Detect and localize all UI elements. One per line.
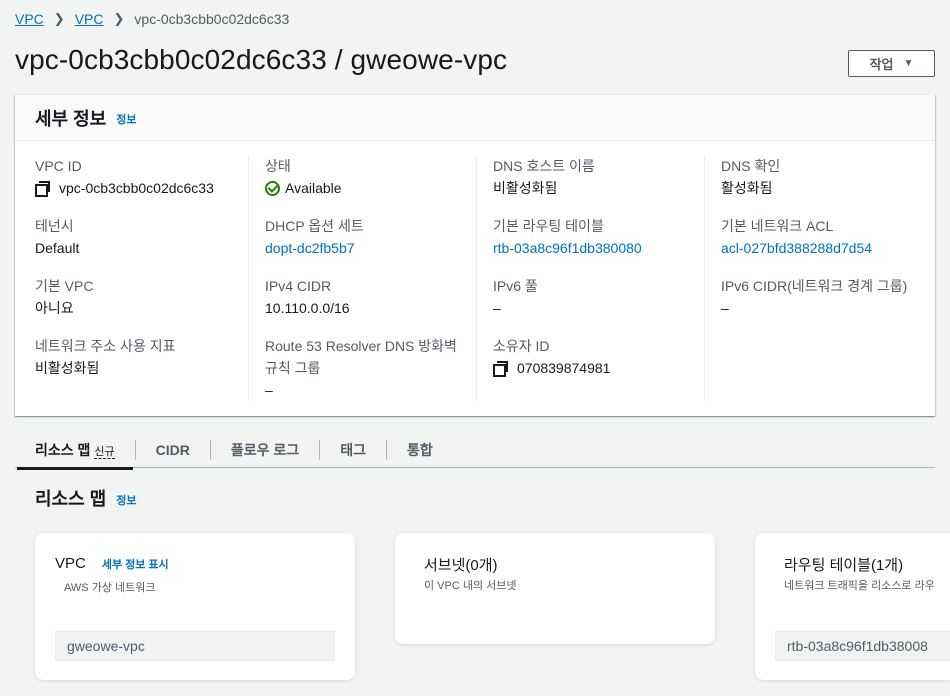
field-label: DNS 호스트 이름 — [493, 158, 595, 174]
field-label: 기본 라우팅 테이블 — [493, 218, 604, 234]
details-columns: VPC ID vpc-0cb3cbb0c02dc6c33 테넌시 Default… — [15, 155, 935, 401]
show-details-link[interactable]: 세부 정보 표시 — [102, 556, 169, 572]
field-value: 070839874981 — [493, 357, 610, 379]
copy-icon[interactable] — [35, 181, 50, 197]
resource-card-route-tables: 라우팅 테이블(1개) 네트워크 트래픽을 리소스로 라우 rtb-03a8c9… — [755, 533, 950, 680]
status-ok-icon — [265, 180, 280, 196]
field-label: 기본 네트워크 ACL — [721, 218, 834, 234]
tab-cidr[interactable]: CIDR — [134, 439, 210, 460]
breadcrumb-current: vpc-0cb3cbb0c02dc6c33 — [134, 11, 290, 27]
field-label: 소유자 ID — [493, 338, 550, 354]
field-label: VPC ID — [35, 158, 82, 174]
card-title: VPC — [55, 555, 86, 572]
resource-chip-vpc[interactable]: gweowe-vpc — [55, 631, 335, 661]
new-badge: 신규 — [94, 445, 115, 459]
resource-map-info-link[interactable]: 정보 — [116, 492, 136, 508]
field-dns-resolution: DNS 확인 활성화됨 — [721, 155, 780, 199]
owner-id-value: 070839874981 — [517, 360, 611, 376]
field-value: Default — [35, 240, 80, 256]
card-subtitle: AWS 가상 네트워크 — [64, 582, 156, 594]
vpc-id-value: vpc-0cb3cbb0c02dc6c33 — [59, 180, 214, 196]
field-label: 기본 VPC — [35, 278, 94, 294]
card-title: 서브넷(0개) — [424, 557, 498, 574]
chevron-right-icon: ❯ — [53, 11, 65, 26]
card-title: 라우팅 테이블(1개) — [784, 557, 904, 574]
field-value: – — [265, 382, 273, 398]
details-column-4: DNS 확인 활성화됨 기본 네트워크 ACL acl-027bfd388288… — [704, 155, 935, 401]
resource-map-title: 리소스 맵 정보 — [35, 485, 137, 511]
breadcrumb-link-vpcs[interactable]: VPC — [75, 11, 104, 27]
field-value: – — [721, 300, 729, 316]
field-label: 네트워크 주소 사용 지표 — [35, 338, 176, 354]
copy-icon[interactable] — [493, 361, 508, 377]
actions-dropdown-button[interactable]: 작업 ▼ — [848, 50, 935, 77]
caret-down-icon: ▼ — [903, 58, 914, 69]
status-value: Available — [285, 180, 342, 196]
resource-card-vpc: VPC 세부 정보 표시 AWS 가상 네트워크 gweowe-vpc — [35, 533, 355, 680]
card-header: VPC 세부 정보 표시 — [55, 555, 169, 572]
tab-integrations[interactable]: 통합 — [385, 439, 453, 460]
field-main-route-table: 기본 라우팅 테이블 rtb-03a8c96f1db380080 — [493, 215, 642, 259]
tab-label: 리소스 맵 — [35, 441, 91, 458]
tab-flow-logs[interactable]: 플로우 로그 — [209, 439, 319, 460]
field-ipv6-cidr: IPv6 CIDR(네트워크 경계 그룹) – — [721, 275, 907, 319]
card-subtitle: 이 VPC 내의 서브넷 — [424, 580, 517, 592]
field-value: vpc-0cb3cbb0c02dc6c33 — [35, 177, 214, 199]
field-default-vpc: 기본 VPC 아니요 — [35, 275, 93, 319]
field-network-address-usage-metrics: 네트워크 주소 사용 지표 비활성화됨 — [35, 335, 175, 379]
details-column-3: DNS 호스트 이름 비활성화됨 기본 라우팅 테이블 rtb-03a8c96f… — [476, 155, 704, 401]
main-network-acl-link[interactable]: acl-027bfd388288d7d54 — [721, 237, 872, 259]
tab-bar: 리소스 맵 신규 CIDR 플로우 로그 태그 통합 — [15, 432, 935, 470]
field-ipv6-pool: IPv6 풀 – — [493, 275, 538, 319]
main-route-table-link[interactable]: rtb-03a8c96f1db380080 — [493, 237, 642, 259]
resource-map-heading: 리소스 맵 — [35, 489, 107, 509]
field-label: DNS 확인 — [721, 158, 781, 174]
field-main-network-acl: 기본 네트워크 ACL acl-027bfd388288d7d54 — [721, 215, 872, 259]
breadcrumb: VPC ❯ VPC ❯ vpc-0cb3cbb0c02dc6c33 — [15, 11, 289, 27]
status-badge: Available — [265, 177, 342, 199]
field-value: 비활성화됨 — [35, 360, 100, 376]
field-value: 활성화됨 — [721, 180, 773, 196]
actions-button-label: 작업 — [869, 57, 894, 72]
field-dns-hostnames: DNS 호스트 이름 비활성화됨 — [493, 155, 595, 199]
field-label: IPv4 CIDR — [265, 278, 332, 294]
field-tenancy: 테넌시 Default — [35, 215, 79, 259]
resource-chip-route-table[interactable]: rtb-03a8c96f1db38008 — [775, 631, 950, 661]
field-label-continued: 규칙 그룹 — [265, 360, 321, 376]
field-label: Route 53 Resolver DNS 방화벽 — [265, 338, 457, 354]
field-ipv4-cidr: IPv4 CIDR 10.110.0.0/16 — [265, 275, 350, 319]
field-owner-id: 소유자 ID 070839874981 — [493, 335, 610, 379]
field-label: 테넌시 — [35, 218, 74, 234]
tab-resource-map[interactable]: 리소스 맵 신규 — [15, 440, 135, 470]
field-state: 상태 Available — [265, 155, 342, 199]
field-label: 상태 — [265, 158, 291, 174]
field-route53-resolver-firewall: Route 53 Resolver DNS 방화벽 규칙 그룹 – — [265, 335, 457, 401]
details-panel-title: 세부 정보 — [35, 108, 107, 129]
field-value: 아니요 — [35, 300, 74, 316]
resource-card-subnets: 서브넷(0개) 이 VPC 내의 서브넷 — [395, 533, 715, 644]
details-panel: 세부 정보 정보 VPC ID vpc-0cb3cbb0c02dc6c33 테넌… — [15, 94, 935, 416]
card-subtitle: 네트워크 트래픽을 리소스로 라우 — [784, 580, 935, 592]
field-label: IPv6 CIDR(네트워크 경계 그룹) — [721, 278, 908, 294]
field-dhcp-option-set: DHCP 옵션 세트 dopt-dc2fb5b7 — [265, 215, 364, 259]
tab-tags[interactable]: 태그 — [319, 439, 386, 460]
breadcrumb-link-vpc-console[interactable]: VPC — [15, 11, 44, 27]
chevron-right-icon: ❯ — [113, 11, 125, 26]
page-title: vpc-0cb3cbb0c02dc6c33 / gweowe-vpc — [15, 44, 508, 75]
field-label: DHCP 옵션 세트 — [265, 218, 364, 234]
details-info-link[interactable]: 정보 — [116, 111, 136, 127]
field-vpc-id: VPC ID vpc-0cb3cbb0c02dc6c33 — [35, 155, 214, 199]
details-column-1: VPC ID vpc-0cb3cbb0c02dc6c33 테넌시 Default… — [35, 155, 248, 401]
details-panel-header: 세부 정보 정보 — [15, 95, 935, 141]
field-value: – — [493, 300, 501, 316]
details-column-2: 상태 Available DHCP 옵션 세트 dopt-dc2fb5b7 IP… — [248, 155, 476, 401]
field-value: 비활성화됨 — [493, 180, 558, 196]
dhcp-option-set-link[interactable]: dopt-dc2fb5b7 — [265, 237, 364, 259]
field-label: IPv6 풀 — [493, 278, 538, 294]
field-value: 10.110.0.0/16 — [265, 300, 350, 316]
